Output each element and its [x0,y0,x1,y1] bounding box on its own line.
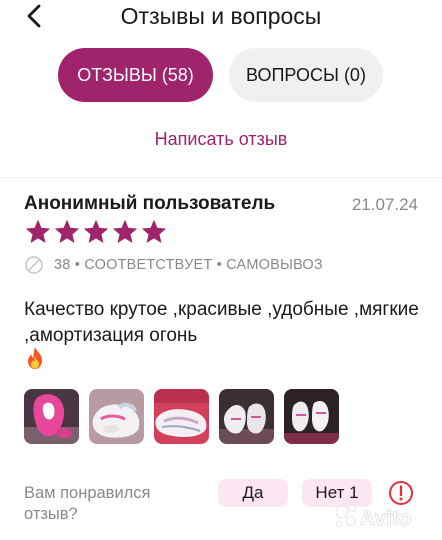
tab-questions[interactable]: ВОПРОСЫ (0) [229,48,383,102]
star-icon [141,219,167,243]
star-icon [83,219,109,243]
helpful-question: Вам понравился отзыв? [24,484,151,523]
review-photo[interactable] [219,389,274,444]
review-author: Анонимный пользователь [24,193,276,214]
avito-watermark-logo: Avito [335,504,412,530]
review-date: 21.07.24 [351,195,418,214]
write-review-link[interactable]: Написать отзыв [0,129,442,150]
review-photo[interactable] [154,389,209,444]
star-icon [54,219,80,243]
fire-emoji-icon [28,347,42,369]
rating-stars [24,218,169,246]
review-photo[interactable] [284,389,339,444]
divider [0,177,442,178]
review-photo[interactable] [89,389,144,444]
star-icon [25,219,51,243]
page-title: Отзывы и вопросы [120,3,322,29]
review-text: Качество крутое ,красивые ,удобные ,мягк… [24,299,419,346]
tab-reviews[interactable]: ОТЗЫВЫ (58) [58,48,213,102]
vote-yes-button[interactable]: Да [218,479,288,507]
svg-text:Avito: Avito [360,507,412,530]
star-icon [112,219,138,243]
review-meta-text: 38 • СООТВЕТСТВУЕТ • САМОВЫВОЗ [54,257,323,273]
review-meta: 38 • СООТВЕТСТВУЕТ • САМОВЫВОЗ [24,255,323,275]
size-icon [25,256,43,274]
review-photo[interactable] [24,389,79,444]
header: Отзывы и вопросы [0,0,442,36]
